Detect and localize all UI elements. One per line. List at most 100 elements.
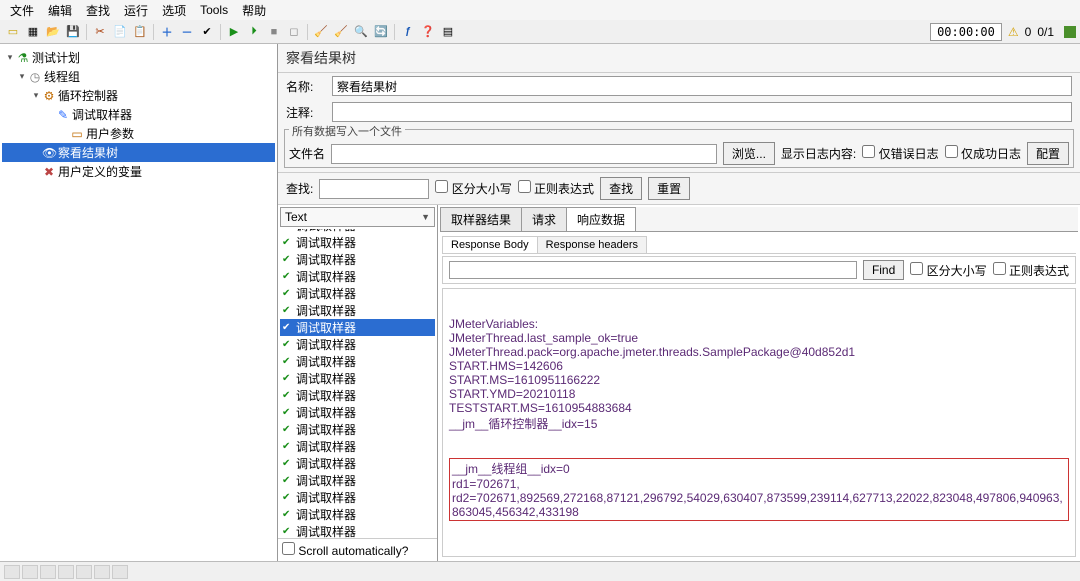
results-list[interactable]: ✔调试取样器✔调试取样器✔调试取样器✔调试取样器✔调试取样器✔调试取样器✔调试取… <box>280 229 435 538</box>
result-item[interactable]: ✔调试取样器 <box>280 234 435 251</box>
result-item[interactable]: ✔调试取样器 <box>280 319 435 336</box>
status-icon-6[interactable] <box>94 565 110 579</box>
menu-编辑[interactable]: 编辑 <box>42 0 78 21</box>
search-label: 查找: <box>286 180 313 197</box>
search-input[interactable] <box>319 179 429 199</box>
find-case-checkbox[interactable]: 区分大小写 <box>910 262 986 279</box>
comment-input[interactable] <box>332 102 1072 122</box>
menu-文件[interactable]: 文件 <box>4 0 40 21</box>
result-item-label: 调试取样器 <box>296 370 356 387</box>
start-icon[interactable]: ▶ <box>225 23 243 41</box>
status-icon-4[interactable] <box>58 565 74 579</box>
result-item-label: 调试取样器 <box>296 234 356 251</box>
result-item[interactable]: ✔调试取样器 <box>280 404 435 421</box>
find-button[interactable]: Find <box>863 260 904 280</box>
tree-view-results-tree[interactable]: 👁 察看结果树 <box>2 143 275 162</box>
templates-icon[interactable]: ▦ <box>24 23 42 41</box>
success-only-checkbox[interactable]: 仅成功日志 <box>945 145 1021 162</box>
test-plan-tree[interactable]: ▾⚗ 测试计划 ▾◷ 线程组 ▾⚙ 循环控制器 ✎ 调试取样器 ▭ 用户参数 👁 <box>0 44 278 561</box>
result-item[interactable]: ✔调试取样器 <box>280 370 435 387</box>
success-icon: ✔ <box>282 356 296 367</box>
name-input[interactable] <box>332 76 1072 96</box>
result-item[interactable]: ✔调试取样器 <box>280 353 435 370</box>
reset-search-icon[interactable]: 🔄 <box>372 23 390 41</box>
clear-all-icon[interactable]: 🧹 <box>332 23 350 41</box>
result-item[interactable]: ✔调试取样器 <box>280 285 435 302</box>
elapsed-timer: 00:00:00 <box>930 23 1002 41</box>
result-item-label: 调试取样器 <box>296 268 356 285</box>
search-case-checkbox[interactable]: 区分大小写 <box>435 180 511 197</box>
open-icon[interactable]: 📂 <box>44 23 62 41</box>
menu-帮助[interactable]: 帮助 <box>236 0 272 21</box>
toggle-icon[interactable]: ✔ <box>198 23 216 41</box>
detail-tab-1[interactable]: 请求 <box>521 207 567 231</box>
result-item[interactable]: ✔调试取样器 <box>280 472 435 489</box>
tree-thread-group[interactable]: ▾◷ 线程组 <box>2 67 275 86</box>
new-file-icon[interactable]: ▭ <box>4 23 22 41</box>
result-item[interactable]: ✔调试取样器 <box>280 523 435 538</box>
success-icon: ✔ <box>282 458 296 469</box>
configure-button[interactable]: 配置 <box>1027 142 1069 165</box>
result-item[interactable]: ✔调试取样器 <box>280 268 435 285</box>
find-input[interactable] <box>449 261 857 279</box>
status-icon-3[interactable] <box>40 565 56 579</box>
status-icon-2[interactable] <box>22 565 38 579</box>
status-icon-1[interactable] <box>4 565 20 579</box>
find-regex-checkbox[interactable]: 正则表达式 <box>993 262 1069 279</box>
response-body[interactable]: JMeterVariables: JMeterThread.last_sampl… <box>442 288 1076 557</box>
detail-subtab-1[interactable]: Response headers <box>537 236 647 253</box>
result-item[interactable]: ✔调试取样器 <box>280 336 435 353</box>
tree-user-params[interactable]: ▭ 用户参数 <box>2 124 275 143</box>
renderer-dropdown[interactable]: Text ▼ <box>280 207 435 227</box>
tree-test-plan[interactable]: ▾⚗ 测试计划 <box>2 48 275 67</box>
tree-user-defined-vars[interactable]: ✖ 用户定义的变量 <box>2 162 275 181</box>
result-item[interactable]: ✔调试取样器 <box>280 251 435 268</box>
cut-icon[interactable]: ✂ <box>91 23 109 41</box>
status-icon-5[interactable] <box>76 565 92 579</box>
help-icon[interactable]: ❓ <box>419 23 437 41</box>
search-button[interactable]: 查找 <box>600 177 642 200</box>
menu-选项[interactable]: 选项 <box>156 0 192 21</box>
stop-icon[interactable]: ■ <box>265 23 283 41</box>
menu-tools[interactable]: Tools <box>194 1 234 19</box>
menu-运行[interactable]: 运行 <box>118 0 154 21</box>
result-item[interactable]: ✔调试取样器 <box>280 302 435 319</box>
result-item[interactable]: ✔调试取样器 <box>280 455 435 472</box>
copy-icon[interactable]: 📄 <box>111 23 129 41</box>
detail-subtab-0[interactable]: Response Body <box>442 236 538 253</box>
result-item-label: 调试取样器 <box>296 421 356 438</box>
tree-loop-controller[interactable]: ▾⚙ 循环控制器 <box>2 86 275 105</box>
collapse-icon[interactable]: － <box>178 23 196 41</box>
reset-button[interactable]: 重置 <box>648 177 690 200</box>
errors-only-checkbox[interactable]: 仅错误日志 <box>862 145 938 162</box>
result-item[interactable]: ✔调试取样器 <box>280 387 435 404</box>
chevron-down-icon: ▼ <box>421 212 430 222</box>
menu-查找[interactable]: 查找 <box>80 0 116 21</box>
warning-icon[interactable]: ⚠ <box>1008 25 1019 39</box>
result-item[interactable]: ✔调试取样器 <box>280 438 435 455</box>
search-regex-checkbox[interactable]: 正则表达式 <box>518 180 594 197</box>
detail-tab-0[interactable]: 取样器结果 <box>440 207 522 231</box>
result-item[interactable]: ✔调试取样器 <box>280 506 435 523</box>
filename-input[interactable] <box>331 144 717 164</box>
result-item-label: 调试取样器 <box>296 387 356 404</box>
status-icon-7[interactable] <box>112 565 128 579</box>
paste-icon[interactable]: 📋 <box>131 23 149 41</box>
save-icon[interactable]: 💾 <box>64 23 82 41</box>
start-no-timers-icon[interactable]: ⏵ <box>245 23 263 41</box>
shutdown-icon[interactable]: ◻ <box>285 23 303 41</box>
templates2-icon[interactable]: ▤ <box>439 23 457 41</box>
success-icon: ✔ <box>282 390 296 401</box>
clear-icon[interactable]: 🧹 <box>312 23 330 41</box>
detail-tab-2[interactable]: 响应数据 <box>566 207 636 231</box>
search-icon[interactable]: 🔍 <box>352 23 370 41</box>
result-item[interactable]: ✔调试取样器 <box>280 421 435 438</box>
result-item[interactable]: ✔调试取样器 <box>280 489 435 506</box>
result-item-label: 调试取样器 <box>296 489 356 506</box>
tree-thread-group-label: 线程组 <box>44 68 80 85</box>
expand-icon[interactable]: ＋ <box>158 23 176 41</box>
browse-button[interactable]: 浏览... <box>723 142 775 165</box>
tree-debug-sampler[interactable]: ✎ 调试取样器 <box>2 105 275 124</box>
scroll-auto-checkbox[interactable]: Scroll automatically? <box>282 542 408 558</box>
function-helper-icon[interactable]: ƒ <box>399 23 417 41</box>
